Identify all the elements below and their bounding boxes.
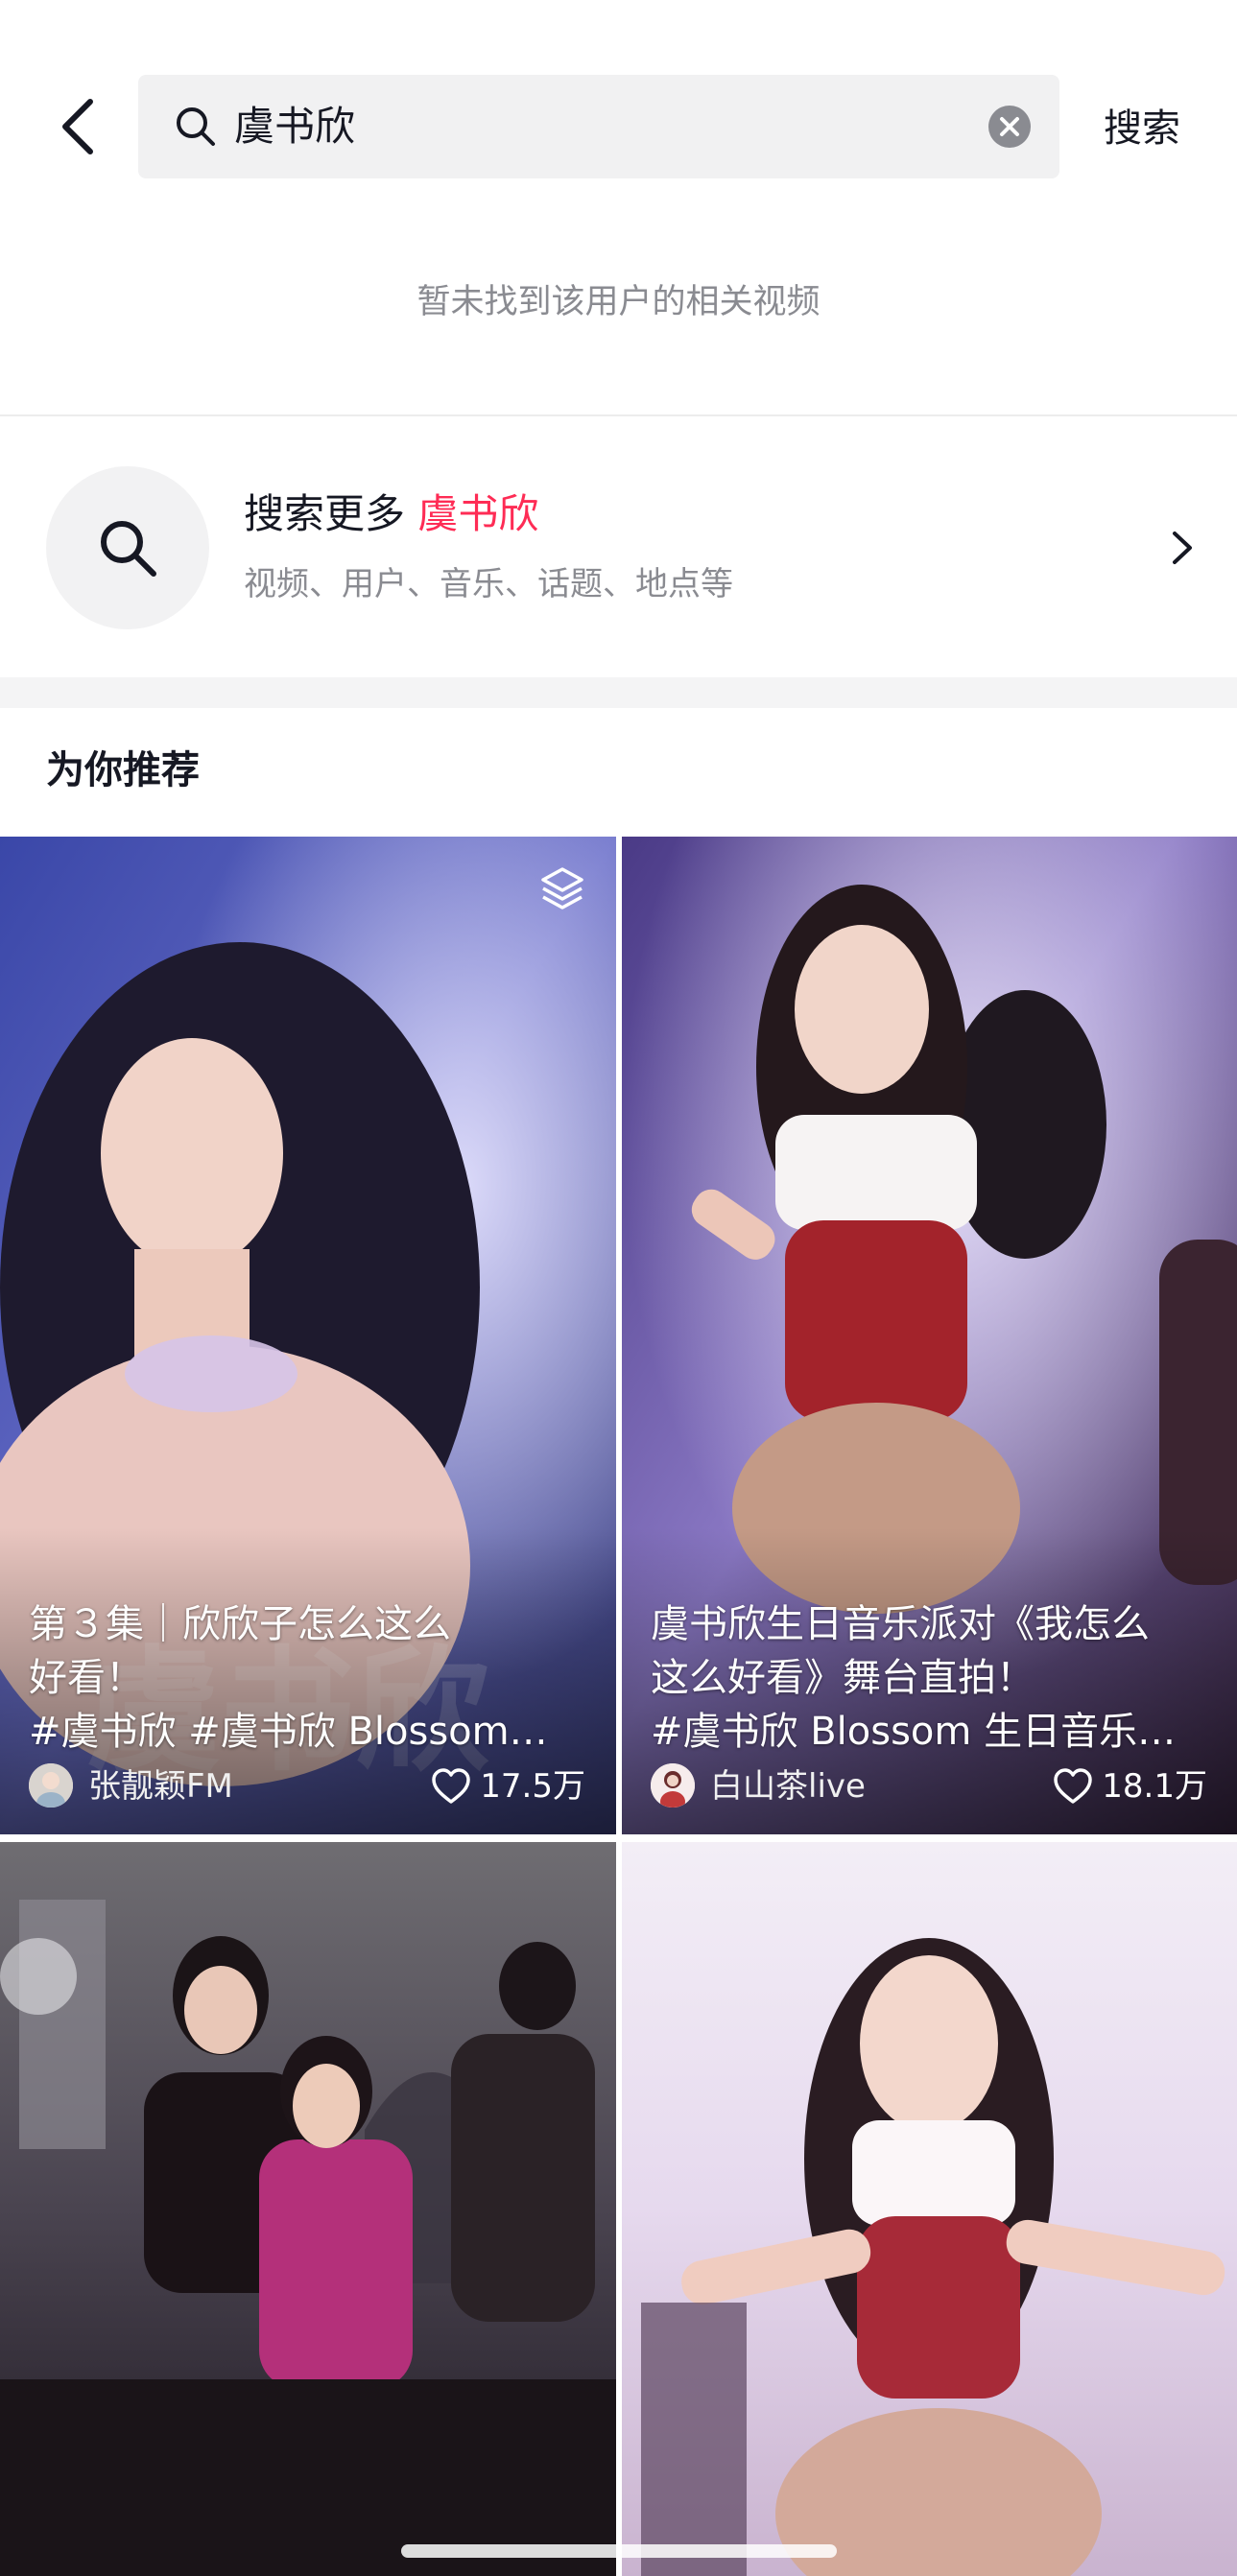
home-indicator — [401, 2544, 837, 2558]
empty-result-message: 暂未找到该用户的相关视频 — [416, 283, 821, 321]
like-count-value: 17.5万 — [480, 1767, 585, 1806]
layers-icon — [541, 867, 583, 910]
video-title: 虞书欣生日音乐派对《我怎么 这么好看》舞台直拍！ #虞书欣 Blossom 生日… — [651, 1597, 1207, 1759]
clear-search-button[interactable] — [988, 106, 1031, 148]
avatar[interactable] — [29, 1763, 73, 1808]
heart-icon — [432, 1768, 471, 1804]
video-thumbnail — [622, 1842, 1237, 2576]
video-card[interactable] — [622, 1842, 1237, 2576]
back-button[interactable] — [50, 92, 104, 161]
search-more-row[interactable]: 搜索更多 虞书欣 视频、用户、音乐、话题、地点等 — [0, 418, 1237, 677]
video-meta: 白山茶live 18.1万 — [651, 1760, 1207, 1813]
section-divider — [0, 677, 1237, 708]
video-title-line: 第３集｜欣欣子怎么这么 — [29, 1602, 451, 1646]
video-thumbnail — [0, 1842, 616, 2576]
search-more-keyword: 虞书欣 — [417, 490, 539, 537]
avatar[interactable] — [651, 1763, 695, 1808]
video-title: 第３集｜欣欣子怎么这么 好看！ #虞书欣 #虞书欣 Blossom… — [29, 1597, 587, 1759]
video-title-line: #虞书欣 #虞书欣 Blossom… — [29, 1710, 548, 1754]
video-card[interactable]: 虞书欣生日音乐派对《我怎么 这么好看》舞台直拍！ #虞书欣 Blossom 生日… — [622, 837, 1237, 1834]
search-input[interactable]: 虞书欣 — [138, 75, 1059, 178]
search-icon — [177, 107, 215, 146]
like-count: 17.5万 — [430, 1760, 585, 1813]
search-more-subtitle: 视频、用户、音乐、话题、地点等 — [244, 565, 733, 603]
video-title-line: 好看！ — [29, 1656, 144, 1700]
divider — [0, 414, 1237, 416]
search-query-text[interactable]: 虞书欣 — [234, 98, 355, 155]
search-button[interactable]: 搜索 — [1104, 102, 1180, 155]
video-card[interactable]: 虞书欣 第３集｜欣欣子怎么这么 好看！ #虞书欣 #虞书欣 Blossom… 张… — [0, 837, 616, 1834]
author-name[interactable]: 张靓颖FM — [88, 1760, 233, 1813]
section-title-recommend: 为你推荐 — [46, 748, 200, 792]
search-more-title: 搜索更多 虞书欣 — [244, 485, 538, 543]
chevron-right-icon — [1173, 532, 1192, 564]
like-count-value: 18.1万 — [1102, 1767, 1207, 1806]
search-more-prefix: 搜索更多 — [244, 490, 406, 537]
video-meta: 张靓颖FM 17.5万 — [29, 1760, 585, 1813]
chevron-left-icon — [62, 99, 93, 154]
search-more-icon-badge — [46, 466, 209, 629]
video-title-line: #虞书欣 Blossom 生日音乐… — [651, 1710, 1177, 1754]
like-count: 18.1万 — [1052, 1760, 1207, 1813]
video-title-line: 虞书欣生日音乐派对《我怎么 — [651, 1602, 1150, 1646]
close-icon — [1000, 117, 1019, 136]
author-name[interactable]: 白山茶live — [710, 1760, 866, 1813]
video-title-line: 这么好看》舞台直拍！ — [651, 1656, 1035, 1700]
video-card[interactable] — [0, 1842, 616, 2576]
heart-icon — [1054, 1768, 1093, 1804]
search-header: 虞书欣 搜索 — [0, 0, 1237, 221]
search-icon — [101, 521, 156, 577]
